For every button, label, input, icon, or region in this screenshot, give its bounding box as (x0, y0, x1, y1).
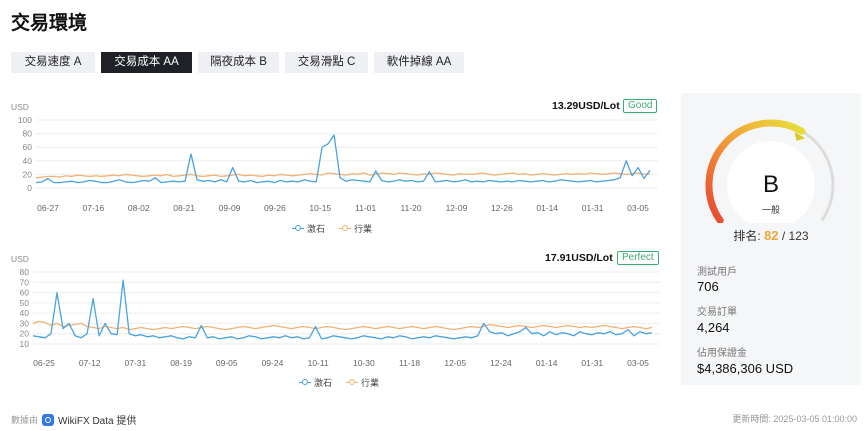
tab-trading-cost[interactable]: 交易成本 AA (101, 52, 192, 73)
cost-chart-1: USD 13.29USD/Lot Good 100 80 60 40 20 0 06-27 0… (0, 98, 668, 236)
series-line-broker (35, 134, 651, 184)
line-marker-icon (346, 378, 359, 387)
x-tick-label: 06-25 (33, 358, 55, 368)
y-tick-label: 20 (23, 169, 33, 179)
data-source: 數據由 WikiFX Data 提供 (11, 412, 136, 427)
y-tick-label: 80 (20, 267, 30, 277)
legend-item-broker[interactable]: 激石 (292, 222, 325, 235)
x-tick-label: 11-20 (401, 203, 422, 213)
y-tick-label: 30 (20, 318, 30, 328)
x-tick-label: 10-15 (309, 203, 331, 213)
x-tick-label: 12-24 (490, 358, 512, 368)
tab-overnight-cost[interactable]: 隔夜成本 B (198, 52, 279, 73)
y-tick-label: 60 (23, 142, 33, 152)
grade-letter: B (762, 171, 779, 198)
stat-label-orders: 交易訂單 (697, 307, 737, 318)
x-tick-label: 03-05 (627, 203, 649, 213)
cost-chart-2: USD 17.91USD/Lot Perfect 80 70 60 50 40 30 20 1… (0, 250, 668, 390)
chart-legend: 激石 行業 (299, 376, 379, 389)
tab-trading-speed[interactable]: 交易速度 A (11, 52, 95, 73)
line-marker-icon (292, 224, 304, 233)
y-tick-label: 40 (23, 156, 33, 166)
x-tick-label: 07-16 (83, 203, 105, 213)
x-tick-label: 08-21 (173, 203, 195, 213)
chart-plot: 807060504030201006-25 07-12 07-31 08-19 09-0… (20, 267, 660, 368)
x-tick-label: 01-14 (536, 203, 558, 213)
legend-item-broker[interactable]: 激石 (299, 376, 332, 389)
x-tick-label: 07-31 (125, 358, 147, 368)
x-tick-label: 10-11 (308, 358, 329, 368)
wikifx-logo-icon (42, 413, 55, 426)
x-tick-label: 09-09 (219, 203, 241, 213)
x-tick-label: 01-31 (581, 358, 603, 368)
page-title: 交易環境 (11, 13, 88, 34)
chart-legend: 激石 行業 (292, 222, 372, 235)
y-tick-label: 80 (23, 129, 33, 139)
y-tick-label: 70 (20, 277, 30, 287)
y-tick-label: 0 (27, 183, 32, 193)
x-tick-label: 12-09 (446, 203, 468, 213)
x-tick-label: 10-30 (353, 358, 375, 368)
grade-label: 一般 (761, 205, 780, 215)
y-tick-label: 20 (20, 329, 30, 339)
rank-number: 82 (764, 228, 779, 243)
x-tick-label: 08-19 (170, 358, 192, 368)
x-tick-label: 12-05 (444, 358, 466, 368)
x-tick-label: 07-12 (79, 358, 101, 368)
update-time: 更新時間: 2025-03-05 01:00:00 (732, 414, 857, 424)
line-marker-icon (339, 224, 352, 233)
y-tick-label: 40 (20, 308, 30, 318)
x-tick-label: 09-05 (216, 358, 238, 368)
stat-label-margin: 佔用保證金 (697, 348, 747, 359)
y-tick-label: 60 (20, 288, 30, 298)
series-line-industry (32, 320, 653, 331)
x-tick-label: 06-27 (37, 203, 59, 213)
x-tick-label: 09-26 (264, 203, 286, 213)
tab-trading-slippage[interactable]: 交易滑點 C (285, 52, 368, 73)
legend-item-industry[interactable]: 行業 (339, 222, 372, 235)
stat-label-test-users: 測試用戶 (697, 267, 737, 278)
rank-text: 排名: 82 / 123 (733, 228, 809, 243)
stat-value-orders: 4,264 (697, 320, 730, 335)
y-tick-label: 50 (20, 298, 30, 308)
series-line-broker (32, 279, 653, 340)
source-brand-link[interactable]: WikiFX Data 提供 (58, 412, 136, 427)
y-tick-label: 100 (18, 115, 32, 125)
x-tick-label: 01-31 (582, 203, 604, 213)
series-line-industry (35, 172, 651, 179)
y-tick-label: 10 (20, 339, 30, 349)
x-tick-label: 12-26 (491, 203, 513, 213)
x-tick-label: 09-24 (262, 358, 284, 368)
x-tick-label: 11-01 (355, 203, 376, 213)
line-marker-icon (299, 378, 311, 387)
stat-value-test-users: 706 (697, 279, 719, 294)
x-tick-label: 03-05 (627, 358, 649, 368)
rating-panel: B 一般 排名: 82 / 123 測試用戶 706 交易訂單 4,264 佔用… (681, 93, 861, 385)
tab-software-disconnect[interactable]: 軟件掉線 AA (374, 52, 464, 73)
x-tick-label: 08-02 (128, 203, 150, 213)
chart-plot: 100 80 60 40 20 0 06-27 07-16 08-02 08-21 09-09 09-… (18, 115, 658, 213)
legend-item-industry[interactable]: 行業 (346, 376, 379, 389)
x-tick-label: 11-18 (399, 358, 420, 368)
tab-bar: 交易速度 A 交易成本 AA 隔夜成本 B 交易滑點 C 軟件掉線 AA (11, 52, 464, 73)
x-tick-label: 01-14 (536, 358, 558, 368)
stat-value-margin: $4,386,306 USD (697, 361, 794, 376)
